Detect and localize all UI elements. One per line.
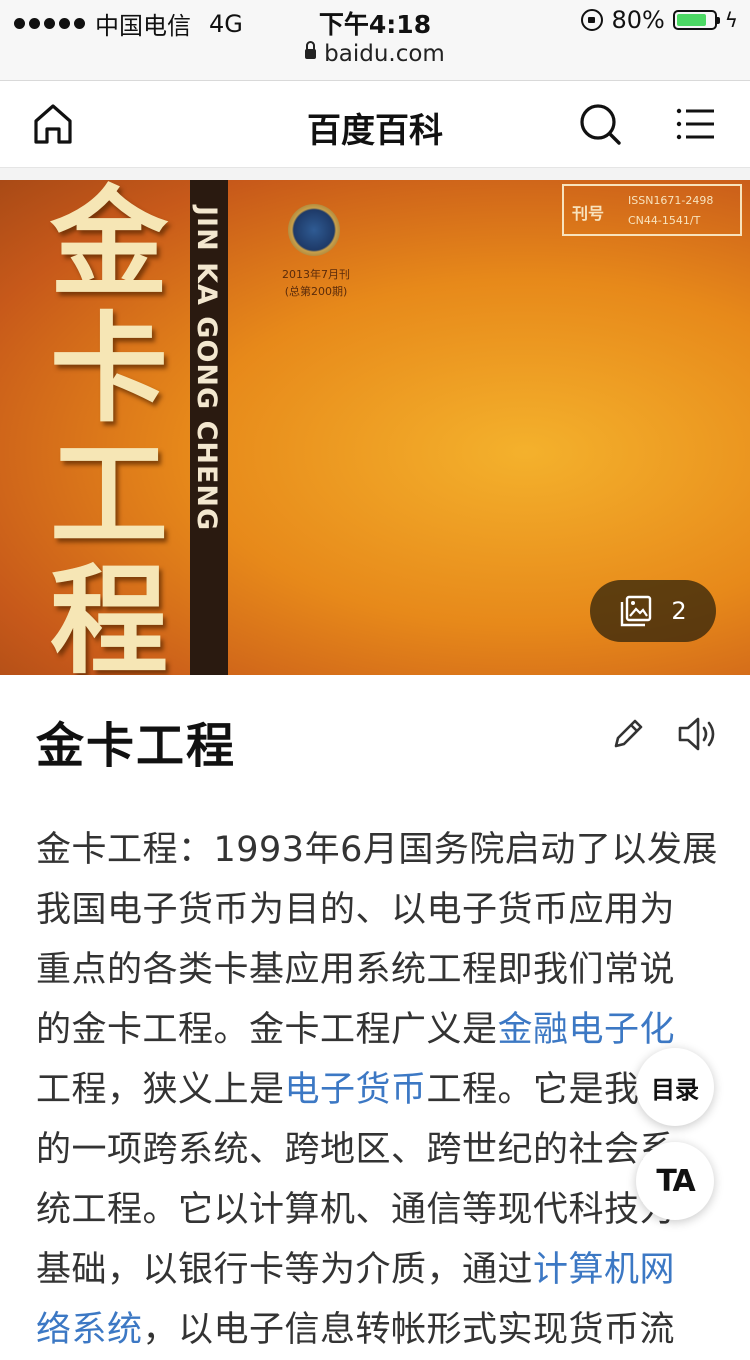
status-right: 80% ϟ xyxy=(581,6,738,34)
summary-text: 的金卡工程。金卡工程广义是 xyxy=(36,1010,498,1050)
entry-summary: 金卡工程：1993年6月国务院启动了以发展 我国电子货币为目的、以电子货币应用为重… xyxy=(36,820,718,1360)
cover-issn-key: 刊号 xyxy=(572,204,605,223)
cover-issn-box: 刊号 ISSN1671-2498 CN44-1541/T xyxy=(562,184,742,236)
url-text: baidu.com xyxy=(324,41,445,67)
padlock-icon xyxy=(305,40,317,59)
cover-issn: ISSN1671-2498 xyxy=(628,194,714,207)
summary-text: 我国电子货币为目的、以电子货币应用为 xyxy=(36,890,676,930)
inline-link[interactable]: 计算机网 xyxy=(533,1250,675,1290)
entry-header: 金卡工程 xyxy=(36,706,730,776)
edit-icon[interactable] xyxy=(608,714,648,754)
summary-line: 我国电子货币为目的、以电子货币应用为 xyxy=(36,880,716,940)
status-bar: 中国电信 4G 下午4:18 80% ϟ baidu.com xyxy=(0,0,750,81)
cover-title-char: 工 xyxy=(50,425,169,564)
summary-text: 工程，狭义上是 xyxy=(36,1070,285,1110)
gallery-icon xyxy=(621,595,652,627)
summary-line: 络系统，以电子信息转帐形式实现货币流 xyxy=(36,1300,716,1360)
cover-issue: 2013年7月刊 (总第200期) xyxy=(268,266,364,300)
summary-text: 基础，以银行卡等为介质，通过 xyxy=(36,1250,534,1290)
cover-title: 金 卡 工 程 xyxy=(50,180,180,675)
summary-text: 统工程。它以计算机、通信等现代科技为 xyxy=(36,1190,676,1230)
summary-line: 的一项跨系统、跨地区、跨世纪的社会系 xyxy=(36,1120,716,1180)
gallery-count: 2 xyxy=(671,597,687,625)
search-icon[interactable] xyxy=(575,99,625,149)
address-bar[interactable]: baidu.com xyxy=(0,40,750,67)
cover-title-char: 金 xyxy=(50,180,169,312)
summary-line: 统工程。它以计算机、通信等现代科技为 xyxy=(36,1180,716,1240)
inline-link[interactable]: 络系统 xyxy=(36,1310,143,1350)
summary-line: 金卡工程：1993年6月国务院启动了以发展 xyxy=(36,820,718,880)
cover-title-char: 程 xyxy=(50,551,169,676)
summary-text: ，以电子信息转帐形式实现货币流 xyxy=(142,1310,676,1350)
cover-issue-date: 2013年7月刊 xyxy=(282,268,350,281)
summary-text: 金卡工程：1993年6月国务院启动了以发展 xyxy=(36,830,718,870)
orientation-lock-icon xyxy=(581,9,604,31)
summary-line: 基础，以银行卡等为介质，通过计算机网 xyxy=(36,1240,716,1300)
page-title: 百度百科 xyxy=(307,111,443,151)
gallery-button[interactable]: 2 xyxy=(590,580,716,642)
speaker-icon[interactable] xyxy=(676,714,720,754)
inline-link[interactable]: 电子货币 xyxy=(285,1070,427,1110)
battery-icon xyxy=(672,10,720,30)
menu-icon[interactable] xyxy=(670,99,720,149)
app-header: 百度百科 xyxy=(0,81,750,168)
summary-line: 工程，狭义上是电子货币工程。它是我国 xyxy=(36,1060,716,1120)
charging-icon: ϟ xyxy=(724,8,738,32)
inline-link[interactable]: 金融电子化 xyxy=(498,1010,676,1050)
summary-line: 的金卡工程。金卡工程广义是金融电子化 xyxy=(36,1000,716,1060)
section-divider xyxy=(0,168,750,180)
cover-issue-number: (总第200期) xyxy=(284,285,348,298)
cover-emblem-icon xyxy=(288,204,340,256)
battery-percent: 80% xyxy=(611,6,665,34)
cover-title-char: 卡 xyxy=(50,299,169,438)
summary-text: 重点的各类卡基应用系统工程即我们常说 xyxy=(36,950,676,990)
cover-cn: CN44-1541/T xyxy=(628,214,701,227)
summary-text: 的一项跨系统、跨地区、跨世纪的社会系 xyxy=(36,1130,676,1170)
summary-line: 重点的各类卡基应用系统工程即我们常说 xyxy=(36,940,716,1000)
ta-button[interactable]: TA xyxy=(636,1142,714,1220)
cover-pinyin: JIN KA GONG CHENG xyxy=(191,206,222,532)
table-of-contents-button[interactable]: 目录 xyxy=(636,1048,714,1126)
